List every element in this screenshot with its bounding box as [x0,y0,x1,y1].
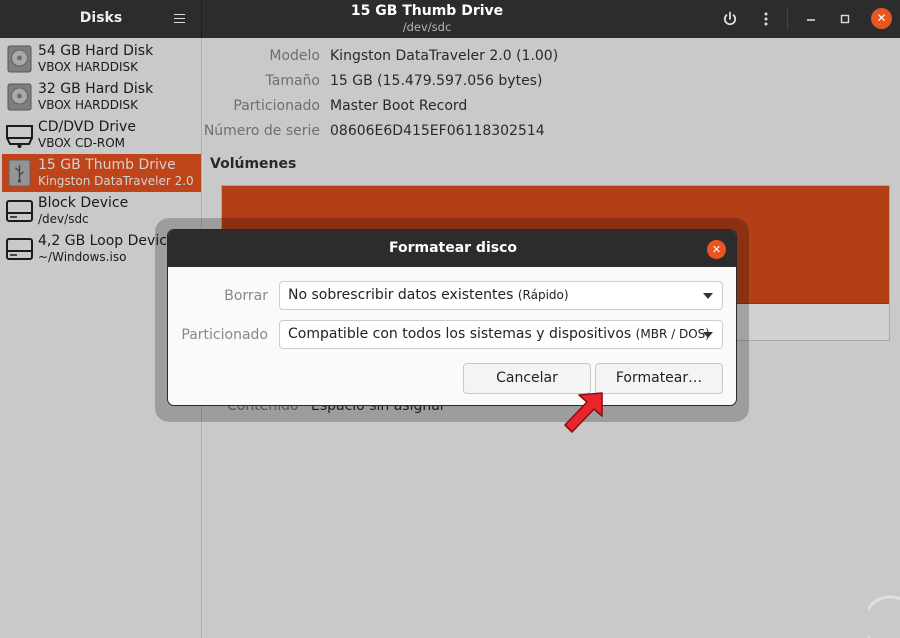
maximize-icon[interactable] [835,9,855,29]
header-bar: Disks 15 GB Thumb Drive /dev/sdc ✕ [0,0,900,38]
chevron-down-icon [703,293,713,299]
kebab-menu-icon[interactable] [756,9,776,29]
close-icon[interactable]: ✕ [707,240,726,259]
header-separator [787,8,788,30]
partitioning-select-value: Compatible con todos los sistemas y disp… [288,326,710,342]
partitioning-select[interactable]: Compatible con todos los sistemas y disp… [279,320,723,349]
erase-select-value: No sobrescribir datos existentes (Rápido… [288,287,569,303]
minimize-icon[interactable] [801,9,821,29]
power-icon[interactable] [720,9,740,29]
close-icon[interactable]: ✕ [871,8,892,29]
annotation-arrow-icon [564,392,603,433]
watermark-logo-icon [868,595,900,638]
erase-label: Borrar [224,288,268,304]
format-disk-dialog: Formatear disco ✕ Borrar No sobrescribir… [167,229,737,406]
partitioning-label: Particionado [181,327,268,343]
menu-icon[interactable] [172,11,188,27]
erase-select[interactable]: No sobrescribir datos existentes (Rápido… [279,281,723,310]
window-title: 15 GB Thumb Drive [350,3,504,19]
window-subtitle: /dev/sdc [402,20,452,34]
sidebar-header: Disks [0,0,202,38]
dialog-title-bar: Formatear disco ✕ [168,230,736,267]
dialog-title: Formatear disco [388,240,518,256]
format-button[interactable]: Formatear… [595,363,723,394]
chevron-down-icon [703,332,713,338]
